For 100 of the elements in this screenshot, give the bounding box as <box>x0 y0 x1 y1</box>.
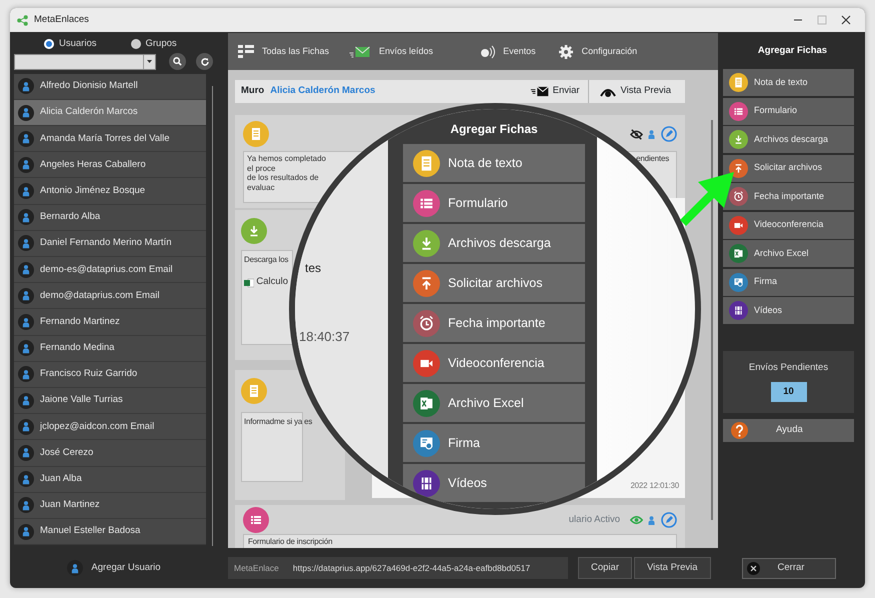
add-card-button[interactable]: Archivos descarga <box>723 126 854 153</box>
app-logo-icon <box>16 14 29 26</box>
window-title: MetaEnlaces <box>34 12 89 27</box>
add-user-button[interactable]: Agregar Usuario <box>10 560 218 576</box>
file-name: Calculo <box>256 276 288 290</box>
preview-button[interactable]: Vista Previa <box>600 84 671 99</box>
radio-option[interactable]: Grupos <box>130 36 177 52</box>
magnified-text: tes <box>305 260 322 277</box>
add-card-button[interactable]: Fecha importante <box>403 304 585 342</box>
user-list-item[interactable]: Francisco Ruiz Garrido <box>14 362 206 388</box>
link-field[interactable]: MetaEnlace https://dataprius.app/627a469d-e2f2-44a5-a24a-eafbd8bd0517 <box>228 557 568 579</box>
add-card-button[interactable]: Videoconferencia <box>723 212 854 238</box>
user-list-item[interactable]: Fernando Medina <box>14 336 206 362</box>
user-list-item[interactable]: Angeles Heras Caballero <box>14 152 206 178</box>
add-card-button[interactable]: Formulario <box>723 98 854 124</box>
user-list-item[interactable]: Fernando Martinez <box>14 309 206 336</box>
note-icon <box>241 378 267 404</box>
user-avatar-icon <box>21 474 31 485</box>
add-card-button[interactable]: Fecha importante <box>723 183 854 210</box>
person-icon <box>647 128 656 140</box>
pending-count: 10 <box>770 382 806 402</box>
toolbar-tab[interactable]: Eventos <box>479 44 536 58</box>
edit-icon[interactable] <box>661 126 677 142</box>
refresh-icon <box>200 56 210 67</box>
add-card-button[interactable]: Archivos descarga <box>403 224 585 262</box>
form-icon <box>243 507 269 533</box>
user-avatar-icon <box>21 395 31 406</box>
copy-button[interactable]: Copiar <box>578 557 632 579</box>
edit-icon[interactable] <box>661 512 677 528</box>
user-avatar-icon <box>21 264 31 276</box>
user-list-item[interactable]: Bernardo Alba <box>14 204 206 231</box>
preview-link-button[interactable]: Vista Previa <box>634 557 711 579</box>
user-list-item[interactable]: Alicia Calderón Marcos <box>14 100 206 126</box>
user-list-item[interactable]: Juan Alba <box>14 466 206 493</box>
add-card-button[interactable]: Archivo Excel <box>723 240 854 267</box>
user-list-item[interactable]: Juan Martinez <box>14 492 206 519</box>
toolbar-tab[interactable]: Envíos leídos <box>349 44 434 58</box>
add-card-button[interactable]: Solicitar archivos <box>723 154 854 182</box>
toolbar-tab[interactable]: Todas las Fichas <box>238 44 330 58</box>
download-icon <box>241 218 267 244</box>
message-text: de los resultados de evaluac <box>247 173 320 192</box>
search-icon <box>173 57 182 66</box>
user-list-item[interactable]: demo@dataprius.com Email <box>14 283 206 310</box>
user-list-item[interactable]: Amanda María Torres del Valle <box>14 126 206 152</box>
message-text: endientes <box>636 154 669 165</box>
wall-user-name: Alicia Calderón Marcos <box>270 84 376 98</box>
user-avatar-icon <box>21 316 31 328</box>
user-list-item[interactable]: Antonio Jiménez Bosque <box>14 178 206 205</box>
user-avatar-icon <box>21 421 31 432</box>
search-button[interactable] <box>169 53 186 70</box>
user-list-item[interactable]: Daniel Fernando Merino Martín <box>14 230 206 258</box>
user-avatar-icon <box>21 212 31 223</box>
panel-title: Agregar Fichas <box>449 121 539 138</box>
refresh-button[interactable] <box>196 53 213 70</box>
date-text: 2022 12:01:30 <box>630 480 679 492</box>
user-list-item[interactable]: Jaione Valle Turrias <box>14 388 206 414</box>
add-card-button[interactable]: Vídeos <box>403 464 585 502</box>
person-icon <box>647 514 656 526</box>
add-card-button[interactable]: Firma <box>723 268 854 296</box>
user-avatar-icon <box>21 290 31 302</box>
user-avatar-icon <box>21 238 31 249</box>
grid-icon <box>238 44 254 58</box>
envelope-icon <box>530 86 550 97</box>
close-icon <box>746 562 760 574</box>
add-card-button[interactable]: Firma <box>403 424 585 462</box>
radio-option[interactable]: Usuarios <box>44 36 96 52</box>
user-avatar-icon <box>21 159 31 170</box>
toolbar-tab[interactable]: Configuración <box>558 44 638 58</box>
add-card-button[interactable]: Solicitar archivos <box>403 264 585 302</box>
add-card-button[interactable]: Videoconferencia <box>403 344 585 382</box>
add-card-button[interactable]: Vídeos <box>723 297 854 324</box>
help-button[interactable]: Ayuda <box>723 418 854 442</box>
user-avatar-icon <box>21 526 31 537</box>
user-list-item[interactable]: Manuel Esteller Badosa <box>14 518 206 546</box>
close-button[interactable]: Cerrar <box>742 558 836 578</box>
add-card-button[interactable]: Formulario <box>403 184 585 222</box>
message-text: Informadme si ya es <box>244 417 312 428</box>
user-avatar-icon <box>21 133 31 144</box>
add-card-button[interactable]: Nota de texto <box>723 69 854 96</box>
close-icon[interactable] <box>841 15 851 25</box>
help-icon <box>731 422 748 438</box>
panel-title: Agregar Fichas <box>756 44 828 58</box>
user-add-icon <box>70 562 80 574</box>
envelope-icon <box>349 44 372 58</box>
send-button[interactable]: Enviar <box>530 84 580 99</box>
add-card-button[interactable]: Nota de texto <box>403 144 585 182</box>
user-avatar-icon <box>21 368 31 380</box>
status-text: ulario Activo <box>568 512 620 527</box>
search-combo-field[interactable] <box>14 54 156 70</box>
settings-icon <box>558 44 574 58</box>
user-list-item[interactable]: José Cerezo <box>14 440 206 467</box>
dropdown-caret-icon[interactable] <box>147 60 152 64</box>
user-list-item[interactable]: Alfredo Dionisio Martell <box>14 74 206 100</box>
user-list-item[interactable]: jclopez@aidcon.com Email <box>14 414 206 440</box>
user-avatar-icon <box>21 80 31 92</box>
speaker-icon <box>479 44 496 58</box>
add-card-button[interactable]: Archivo Excel <box>403 384 585 422</box>
user-list-item[interactable]: demo-es@dataprius.com Email <box>14 257 206 284</box>
magnified-text: 18:40:37 <box>299 328 351 346</box>
user-avatar-icon <box>21 500 31 511</box>
